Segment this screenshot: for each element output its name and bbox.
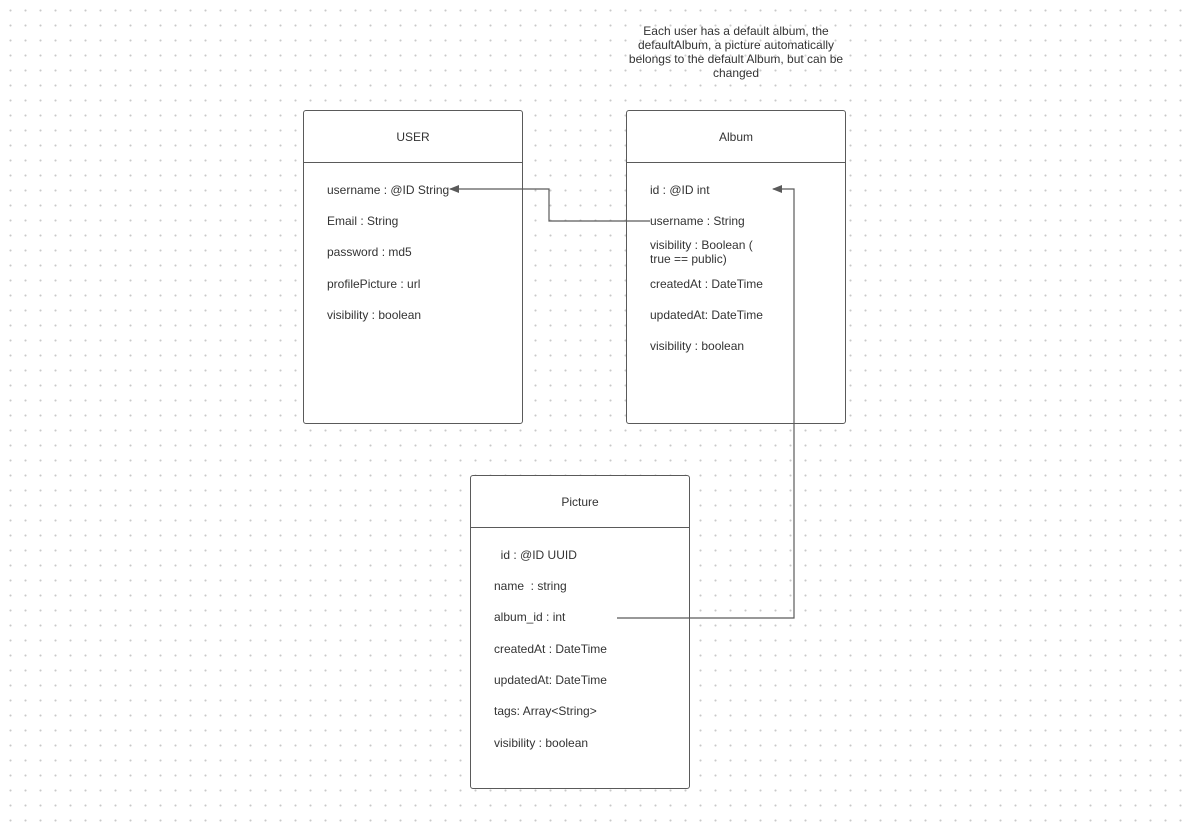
user-field-password: password : md5 [327,245,412,259]
picture-field-visibility: visibility : boolean [494,736,589,750]
album-field-visibility: visibility : boolean [650,339,745,353]
album-entity[interactable]: Album id : @ID int username : String vis… [626,110,846,424]
user-entity[interactable]: USER username : @ID String Email : Strin… [303,110,523,424]
picture-entity-title: Picture [471,476,689,528]
picture-field-album-id: album_id : int [494,610,566,624]
picture-field-tags: tags: Array<String> [494,704,597,718]
album-field-id: id : @ID int [650,183,710,197]
user-field-visibility: visibility : boolean [327,308,422,322]
user-entity-title: USER [304,111,522,163]
picture-field-updated-at: updatedAt: DateTime [494,673,607,687]
user-field-email: Email : String [327,214,399,228]
picture-field-created-at: createdAt : DateTime [494,642,607,656]
album-field-visibility-public: visibility : Boolean ( true == public) [650,238,753,266]
album-field-updated-at: updatedAt: DateTime [650,308,763,322]
picture-field-name: name : string [494,579,567,593]
user-field-username: username : @ID String [327,183,450,197]
album-entity-title: Album [627,111,845,163]
picture-field-id: id : @ID UUID [494,548,577,562]
album-field-username: username : String [650,214,745,228]
diagram-canvas: Each user has a default album, the defau… [0,0,1192,832]
picture-entity[interactable]: Picture id : @ID UUID name : string albu… [470,475,690,789]
diagram-note: Each user has a default album, the defau… [628,24,844,80]
user-field-profile-picture: profilePicture : url [327,277,421,291]
album-field-created-at: createdAt : DateTime [650,277,763,291]
